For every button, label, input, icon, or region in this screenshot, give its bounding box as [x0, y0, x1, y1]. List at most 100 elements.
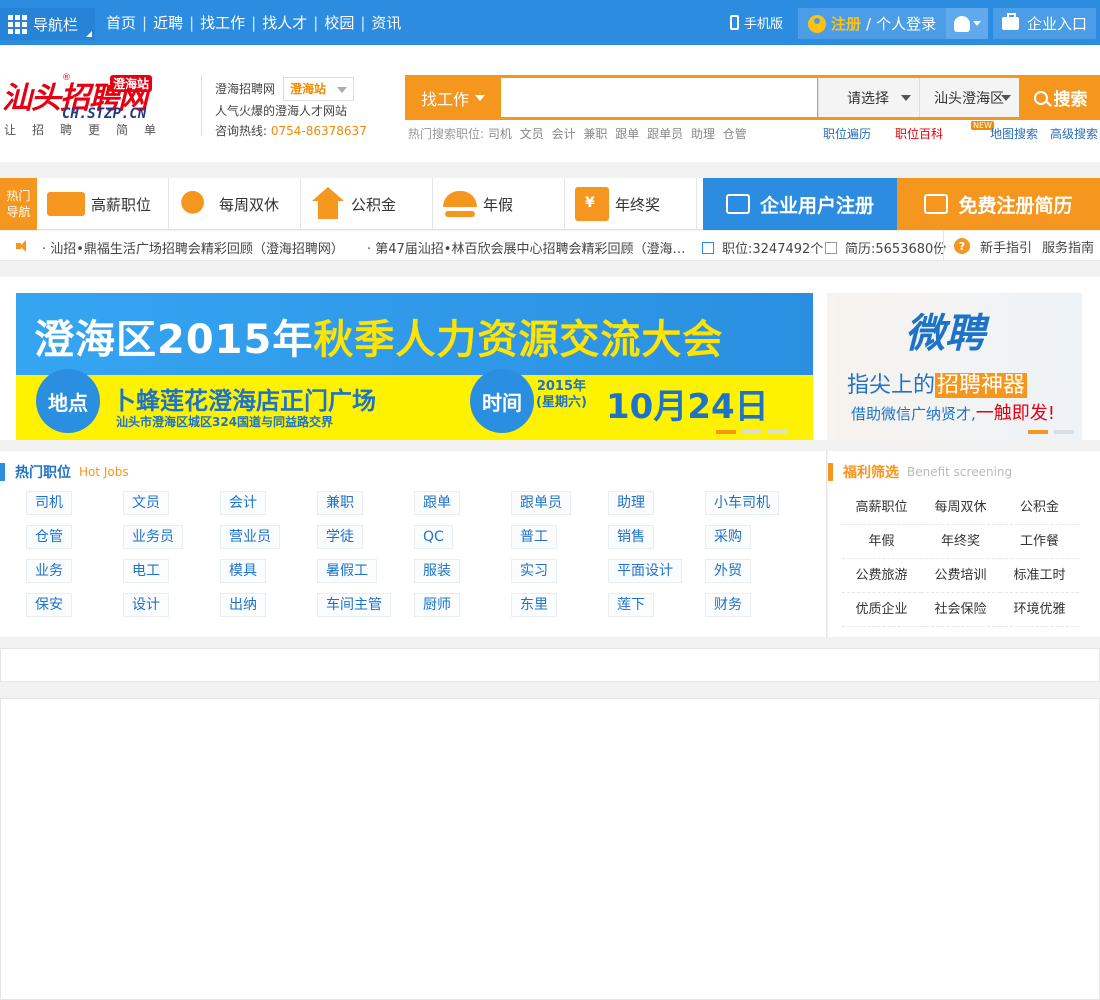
site-logo[interactable]: 汕头招聘网 ® 澄海站 CH.STZP.CN 让招聘更简单	[0, 73, 200, 137]
hot-job-link[interactable]: 实习	[511, 559, 557, 583]
resume-register-label: 免费注册简历	[958, 194, 1073, 217]
hot-word[interactable]: 司机	[488, 127, 512, 141]
service-guide-link[interactable]: 服务指南	[1042, 237, 1094, 256]
benefit-filter-link[interactable]: 年终奖	[921, 525, 1000, 559]
news-item[interactable]: · 第47届汕招•林百欣会展中心招聘会精彩回顾（澄海招聘网）	[367, 238, 687, 257]
category-weekends-off[interactable]: 每周双休	[169, 178, 301, 230]
nav-news[interactable]: 资讯	[365, 12, 407, 33]
beginner-guide-link[interactable]: 新手指引	[980, 237, 1032, 256]
hot-word[interactable]: 跟单员	[647, 127, 683, 141]
register-link[interactable]: 注册	[831, 13, 861, 34]
hot-job-link[interactable]: 小车司机	[705, 491, 779, 515]
benefit-filter-link[interactable]: 公费旅游	[842, 559, 921, 593]
hot-job-link[interactable]: 营业员	[220, 525, 280, 549]
hot-job-link[interactable]: 设计	[123, 593, 169, 617]
hot-job-link[interactable]: 平面设计	[608, 559, 682, 583]
header-divider	[201, 75, 202, 135]
hot-job-link[interactable]: 跟单	[414, 491, 460, 515]
hot-job-link[interactable]: 文员	[123, 491, 169, 515]
hot-job-link[interactable]: 保安	[26, 593, 72, 617]
nav-campus[interactable]: 校园	[318, 12, 360, 33]
hot-job-link[interactable]: 业务员	[123, 525, 183, 549]
hot-job-link[interactable]: 采购	[705, 525, 751, 549]
search-type-select[interactable]: 找工作	[405, 75, 501, 120]
hot-job-link[interactable]: 莲下	[608, 593, 654, 617]
job-wiki-link[interactable]: 职位百科NEW	[883, 121, 994, 142]
category-high-salary[interactable]: 高薪职位	[37, 178, 169, 230]
category-year-end-bonus[interactable]: 年终奖	[565, 178, 697, 230]
pager-dot[interactable]	[1028, 430, 1048, 434]
hot-word[interactable]: 会计	[552, 127, 576, 141]
hot-job-link[interactable]: 模具	[220, 559, 266, 583]
qq-login-button[interactable]	[946, 8, 988, 39]
hot-job-link[interactable]: 电工	[123, 559, 169, 583]
enterprise-register-button[interactable]: 企业用户注册	[703, 178, 897, 230]
hot-job-link[interactable]: 司机	[26, 491, 72, 515]
news-item[interactable]: · 汕招•鼎福生活广场招聘会精彩回顾（澄海招聘网）	[42, 238, 344, 257]
benefit-filter-link[interactable]: 环境优雅	[1000, 593, 1079, 627]
hot-job-link[interactable]: 跟单员	[511, 491, 571, 515]
benefit-filter-link[interactable]: 优质企业	[842, 593, 921, 627]
benefit-filter-link[interactable]: 年假	[842, 525, 921, 559]
hot-job-link[interactable]: 兼职	[317, 491, 363, 515]
nav-home[interactable]: 首页	[100, 12, 142, 33]
area-select[interactable]: 汕头澄海区	[919, 78, 1019, 117]
pager-dot[interactable]	[716, 430, 736, 434]
hot-job-link[interactable]: 普工	[511, 525, 557, 549]
hot-word[interactable]: 助理	[691, 127, 715, 141]
banner-address: 汕头市澄海区城区324国道与同益路交界	[116, 415, 334, 429]
job-traverse-link[interactable]: 职位遍历	[823, 125, 871, 142]
benefit-filter-link[interactable]: 公费培训	[921, 559, 1000, 593]
hot-job-link[interactable]: 暑假工	[317, 559, 377, 583]
job-fair-banner[interactable]: 澄海区2015年秋季人力资源交流大会 地点 卜蜂莲花澄海店正门广场 汕头市澄海区…	[16, 293, 813, 440]
advanced-search-link[interactable]: 高级搜索	[1050, 125, 1098, 142]
resume-register-button[interactable]: 免费注册简历	[897, 178, 1100, 230]
hot-job-link[interactable]: QC	[414, 525, 453, 549]
nav-toggle-button[interactable]: 导航栏	[0, 8, 95, 40]
search-button[interactable]: 搜索	[1021, 75, 1100, 120]
category-select[interactable]: 请选择	[818, 78, 919, 117]
benefit-filter-link[interactable]: 标准工时	[1000, 559, 1079, 593]
hot-job-link[interactable]: 仓管	[26, 525, 72, 549]
benefit-filter-link[interactable]: 社会保险	[921, 593, 1000, 627]
hot-job-link[interactable]: 厨师	[414, 593, 460, 617]
hot-job-link[interactable]: 外贸	[705, 559, 751, 583]
nav-find-talent[interactable]: 找人才	[256, 12, 313, 33]
hot-job-link[interactable]: 服装	[414, 559, 460, 583]
station-select[interactable]: 澄海站	[283, 77, 355, 101]
hot-word[interactable]: 兼职	[583, 127, 607, 141]
wechat-recruit-banner[interactable]: 微聘 指尖上的招聘神器 借助微信广纳贤才,一触即发!	[827, 293, 1082, 440]
category-housing-fund[interactable]: 公积金	[301, 178, 433, 230]
pager-dot[interactable]	[1054, 430, 1074, 434]
hot-job-link[interactable]: 学徒	[317, 525, 363, 549]
hot-job-link[interactable]: 会计	[220, 491, 266, 515]
hot-job-link[interactable]: 东里	[511, 593, 557, 617]
nav-recent-jobs[interactable]: 近聘	[147, 12, 189, 33]
personal-login-link[interactable]: 个人登录	[876, 13, 936, 34]
hot-job-link[interactable]: 销售	[608, 525, 654, 549]
hot-word[interactable]: 文员	[520, 127, 544, 141]
nav-find-job[interactable]: 找工作	[194, 12, 251, 33]
wechat-sub: 借助微信广纳贤才,一触即发!	[851, 403, 1055, 424]
category-annual-leave[interactable]: 年假	[433, 178, 565, 230]
mobile-version-link[interactable]: 手机版	[730, 13, 783, 32]
hot-job-link[interactable]: 财务	[705, 593, 751, 617]
enterprise-entry-label: 企业入口	[1026, 15, 1087, 33]
pager-dot[interactable]	[768, 430, 788, 434]
benefit-filter-link[interactable]: 公积金	[1000, 491, 1079, 525]
hot-word[interactable]: 跟单	[615, 127, 639, 141]
hot-job-link[interactable]: 业务	[26, 559, 72, 583]
map-search-link[interactable]: 地图搜索	[990, 125, 1038, 142]
content-panel	[0, 698, 1100, 1000]
search-input[interactable]	[501, 78, 817, 117]
hot-job-link[interactable]: 出纳	[220, 593, 266, 617]
caret-down-icon	[972, 21, 981, 26]
benefit-filter-link[interactable]: 每周双休	[921, 491, 1000, 525]
benefit-filter-link[interactable]: 工作餐	[1000, 525, 1079, 559]
hot-word[interactable]: 仓管	[723, 127, 747, 141]
benefit-filter-link[interactable]: 高薪职位	[842, 491, 921, 525]
hot-job-link[interactable]: 车间主管	[317, 593, 391, 617]
pager-dot[interactable]	[742, 430, 762, 434]
enterprise-entry-button[interactable]: 企业入口	[993, 8, 1096, 39]
hot-job-link[interactable]: 助理	[608, 491, 654, 515]
